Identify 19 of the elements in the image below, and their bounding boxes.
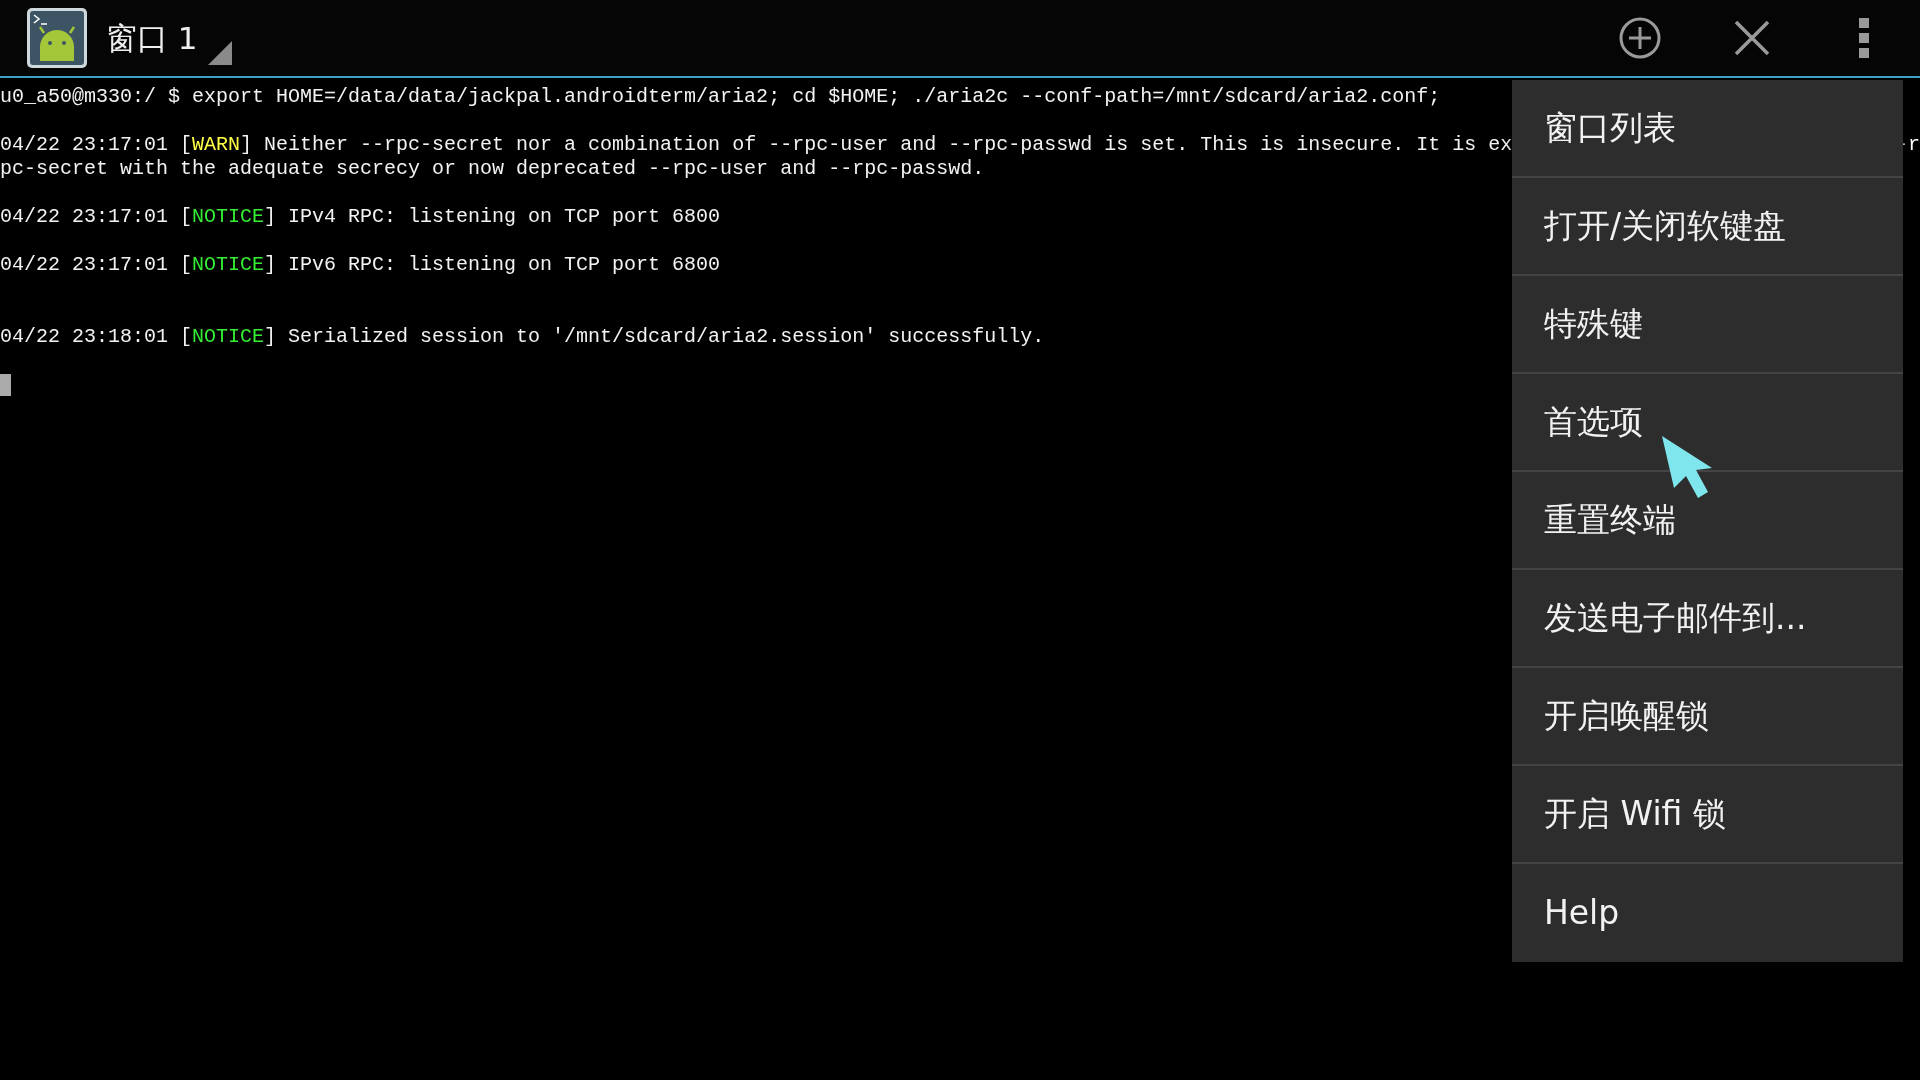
terminal-line: 04/22 23:18:01 [NOTICE] Serialized session to '/mnt/sdcard/aria2.session' successfully.	[0, 325, 1045, 349]
overflow-menu-icon	[1859, 16, 1869, 60]
terminal-line: 04/22 23:17:01 [NOTICE] IPv4 RPC: listening on TCP port 6800	[0, 205, 721, 229]
window-selector[interactable]: 窗口 1	[88, 7, 236, 69]
text-cursor	[0, 374, 11, 396]
menu-item[interactable]: 窗口列表	[1512, 80, 1903, 178]
terminal-line: 04/22 23:17:01 [NOTICE] IPv6 RPC: listening on TCP port 6800	[0, 253, 721, 277]
menu-item[interactable]: 打开/关闭软键盘	[1512, 178, 1903, 276]
terminal-line: u0_a50@m330:/ $ export HOME=/data/data/jackpal.androidterm/aria2; cd $HOME; ./aria2c --conf-path=/mnt/sdcard/aria2.conf;	[0, 85, 1441, 109]
menu-item[interactable]: Help	[1512, 864, 1903, 962]
menu-item[interactable]: 特殊键	[1512, 276, 1903, 374]
terminal-line: 04/22 23:17:01 [WARN] Neither --rpc-secret nor a combination of --rpc-user and --rpc-passwd is set. This is insecure. It is ex	[0, 133, 1513, 157]
dropdown-corner-icon	[207, 41, 232, 65]
menu-item[interactable]: 开启唤醒锁	[1512, 668, 1903, 766]
menu-item[interactable]: 开启 Wifi 锁	[1512, 766, 1903, 864]
terminal-app-icon[interactable]	[26, 7, 88, 69]
menu-item[interactable]: 发送电子邮件到...	[1512, 570, 1903, 668]
add-icon	[1618, 16, 1662, 60]
terminal-line: pc-secret with the adequate secrecy or now deprecated --rpc-user and --rpc-passwd.	[0, 157, 985, 181]
